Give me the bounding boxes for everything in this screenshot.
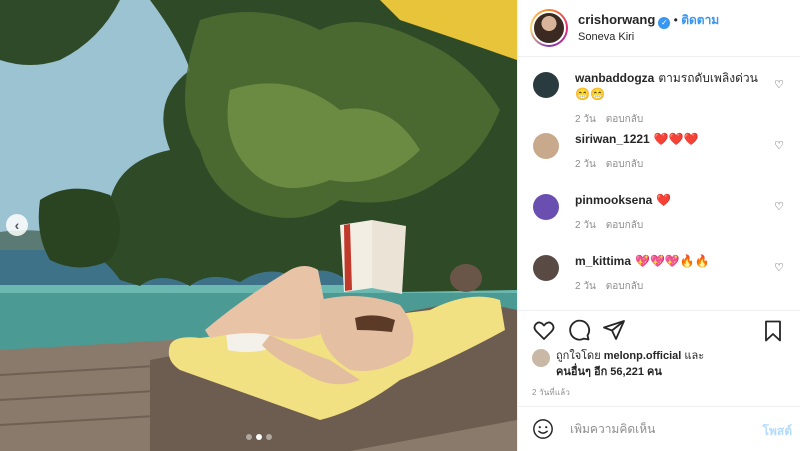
comment-item: siriwan_1221 ❤️❤️❤️ 2 วัน ตอบกลับ ♡ (518, 119, 800, 180)
post-header: crishorwang ✓ • ติดตาม Soneva Kiri (518, 0, 800, 57)
heart-icon[interactable] (532, 318, 556, 342)
commenter-username[interactable]: m_kittima (575, 254, 631, 268)
comment-text: 💖💖💖🔥🔥 (635, 254, 710, 268)
verified-icon: ✓ (658, 16, 671, 29)
post-timestamp[interactable]: 2 วันที่แล้ว (532, 386, 570, 399)
share-icon[interactable] (602, 318, 626, 342)
likes-summary: ถูกใจโดย melonp.official และ คนอื่นๆ อีก… (532, 348, 790, 380)
comment-text: ❤️ (656, 193, 672, 207)
post-side-panel: crishorwang ✓ • ติดตาม Soneva Kiri wanbad… (517, 0, 800, 451)
reply-button[interactable]: ตอบกลับ (606, 220, 643, 231)
comment-icon[interactable] (567, 318, 591, 342)
comment-item: m_kittima 💖💖💖🔥🔥 2 วัน ตอบกลับ ♡ (518, 241, 800, 302)
commenter-username[interactable]: pinmooksena (575, 193, 652, 207)
commenter-avatar[interactable] (533, 72, 559, 98)
commenter-username[interactable]: wanbaddogza (575, 71, 654, 85)
post-location[interactable]: Soneva Kiri (578, 29, 719, 46)
comment-like-heart-icon[interactable]: ♡ (774, 200, 784, 213)
separator-dot: • (673, 12, 678, 27)
comment-like-heart-icon[interactable]: ♡ (774, 78, 784, 91)
comment-input[interactable] (570, 422, 740, 436)
post-comment-button[interactable]: โพสต์ (763, 422, 792, 441)
emoji-icon[interactable] (532, 418, 554, 440)
comment-composer: โพสต์ (518, 406, 800, 451)
comment-item: wanbaddogza ตามรถดับเพลิงด่วน 😁😁 2 วัน ตอบ… (518, 58, 800, 125)
chevron-left-icon: ‹ (14, 217, 20, 233)
liker-avatar[interactable] (532, 349, 550, 367)
author-avatar[interactable] (530, 9, 568, 47)
commenter-username[interactable]: siriwan_1221 (575, 132, 650, 146)
carousel-dot (266, 434, 272, 440)
photo-illustration (0, 0, 517, 451)
comment-like-heart-icon[interactable]: ♡ (774, 261, 784, 274)
likes-prefix: ถูกใจโดย (556, 350, 601, 362)
post-actions-bar (518, 310, 800, 348)
commenter-avatar[interactable] (533, 194, 559, 220)
author-username[interactable]: crishorwang (578, 12, 655, 27)
follow-button[interactable]: ติดตาม (681, 13, 719, 27)
liker-username[interactable]: melonp.official (604, 350, 682, 362)
author-info: crishorwang ✓ • ติดตาม Soneva Kiri (578, 11, 719, 46)
carousel-indicator (246, 434, 272, 440)
reply-button[interactable]: ตอบกลับ (606, 281, 643, 292)
comment-age: 2 วัน (575, 220, 596, 231)
commenter-avatar[interactable] (533, 133, 559, 159)
commenter-avatar[interactable] (533, 255, 559, 281)
previous-image-button[interactable]: ‹ (6, 214, 28, 236)
comment-like-heart-icon[interactable]: ♡ (774, 139, 784, 152)
instagram-post-modal: ‹ crishorwang ✓ • ติดตาม Soneva Kiri wan… (0, 0, 800, 451)
comment-age: 2 วัน (575, 159, 596, 170)
comment-text: ❤️❤️❤️ (653, 132, 699, 146)
carousel-dot-active (256, 434, 262, 440)
comment-item: pinmooksena ❤️ 2 วัน ตอบกลับ ♡ (518, 180, 800, 241)
likes-and: และ (684, 350, 705, 362)
likes-count[interactable]: คนอื่นๆ อีก 56,221 คน (556, 366, 662, 378)
carousel-dot (246, 434, 252, 440)
post-photo[interactable]: ‹ (0, 0, 517, 451)
comments-list[interactable]: wanbaddogza ตามรถดับเพลิงด่วน 😁😁 2 วัน ตอบ… (518, 58, 800, 308)
reply-button[interactable]: ตอบกลับ (606, 159, 643, 170)
bookmark-icon[interactable] (761, 319, 785, 343)
comment-age: 2 วัน (575, 281, 596, 292)
